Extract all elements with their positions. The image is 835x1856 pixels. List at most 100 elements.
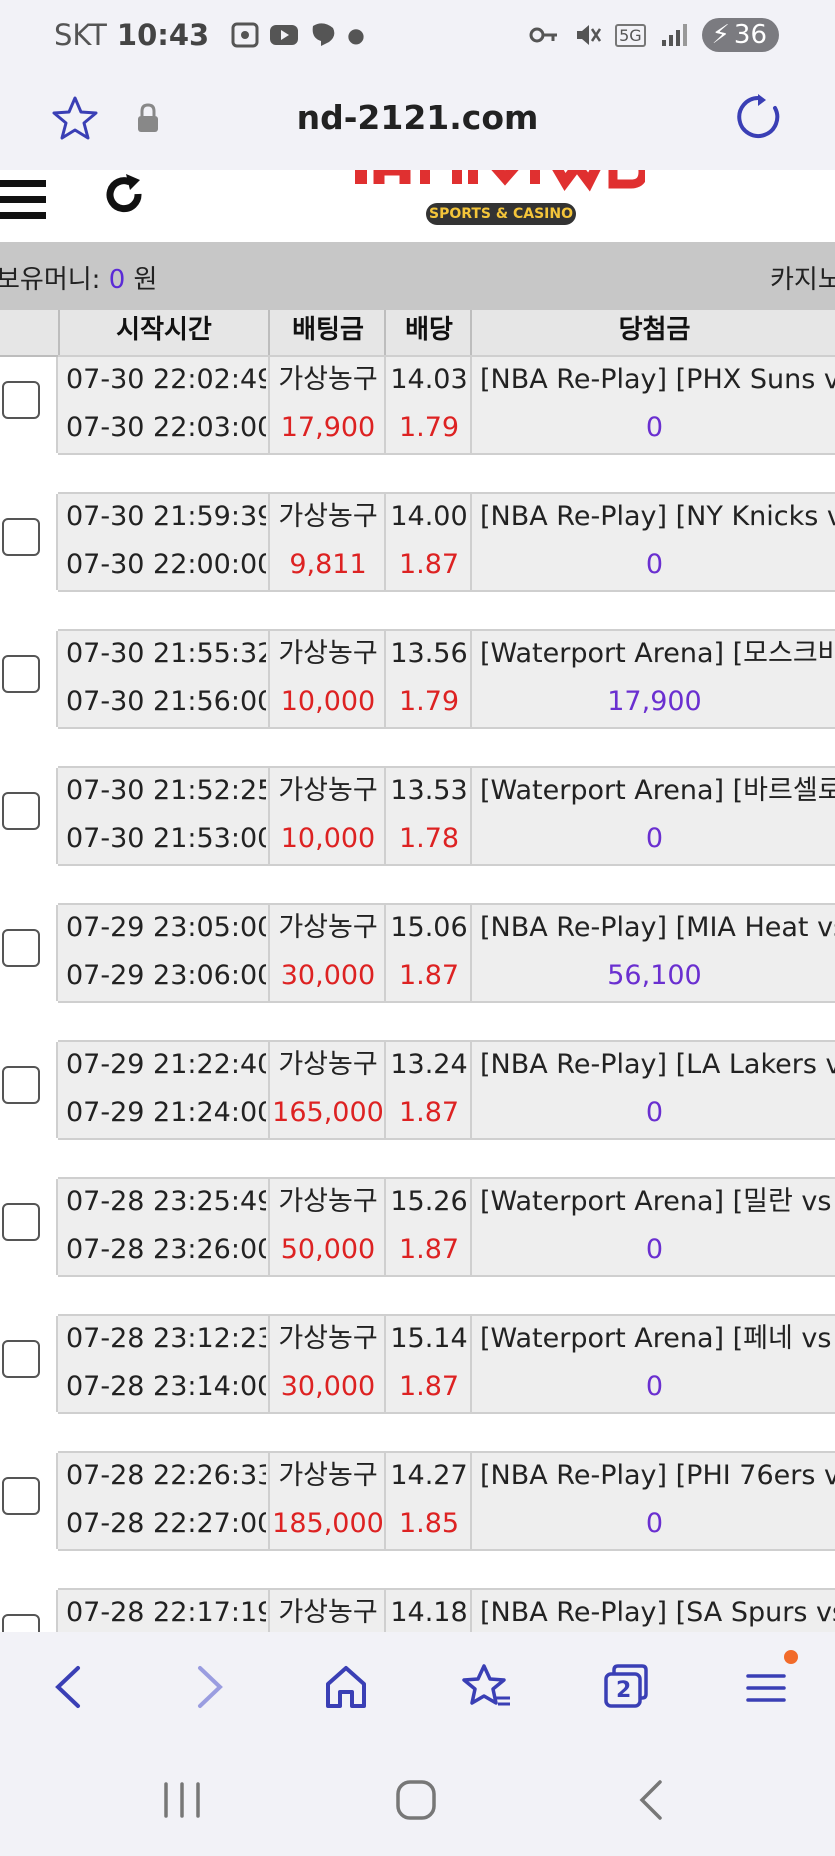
bet-row-start: 07-30 21:55:32 가상농구 13.56 [Waterport Arena]…	[56, 629, 835, 681]
logo-subtitle: SPORTS & CASINO	[426, 203, 576, 225]
money-display: 보유머니: 0 원	[0, 259, 157, 296]
bet-group: 07-30 21:59:39 가상농구 14.00 [NBA Re-Play] [NY…	[0, 492, 835, 592]
total-odds: 15.14	[384, 1316, 472, 1364]
start-time: 07-30 21:52:25	[66, 775, 266, 806]
logo-mark-icon	[355, 170, 645, 192]
start-time: 07-30 21:59:39	[66, 501, 266, 532]
winnings: 0	[470, 542, 835, 590]
game-type: 가상농구	[268, 1590, 386, 1632]
match-title[interactable]: [NBA Re-Play] [SA Spurs vs	[470, 1590, 835, 1632]
money-unit: 원	[125, 265, 158, 295]
end-time: 07-29 21:24:00	[66, 1097, 266, 1128]
header-start-time: 시작시간	[58, 310, 268, 355]
url-text[interactable]: nd-2121.com	[0, 98, 835, 137]
bet-history-table: 시작시간 배팅금 배당 당첨금 07-30 22:02:49 가상농구 14.03[…	[0, 310, 835, 1632]
start-time: 07-29 23:05:00	[66, 912, 266, 943]
start-time: 07-29 21:22:40	[66, 1049, 266, 1080]
tabs-button[interactable]: 2	[602, 1662, 650, 1712]
bet-group: 07-28 23:25:49 가상농구 15.26 [Waterport Arena]…	[0, 1177, 835, 1277]
match-title[interactable]: [NBA Re-Play] [MIA Heat vs	[470, 905, 835, 953]
bet-row-start: 07-28 22:26:33 가상농구 14.27 [NBA Re-Play] [PH…	[56, 1451, 835, 1503]
bet-row-start: 07-29 21:22:40 가상농구 13.24 [NBA Re-Play] [LA…	[56, 1040, 835, 1092]
match-title[interactable]: [Waterport Arena] [밀란 vs 파	[470, 1179, 835, 1227]
end-time: 07-30 22:00:00	[66, 549, 266, 580]
winnings: 0	[470, 1364, 835, 1412]
match-title[interactable]: [Waterport Arena] [바르셀로	[470, 768, 835, 816]
start-time: 07-30 21:55:32	[66, 638, 266, 669]
money-value: 0	[108, 265, 126, 295]
end-time: 07-29 23:06:00	[66, 960, 266, 991]
status-bar: SKT 10:43 ● 5G ⚡ 36	[0, 0, 835, 72]
home-nav-icon[interactable]	[394, 1778, 438, 1822]
bet-amount: 10,000	[268, 679, 386, 727]
end-time: 07-30 21:56:00	[66, 686, 266, 717]
tab-count: 2	[616, 1678, 632, 1703]
match-title[interactable]: [Waterport Arena] [페네 vs 바	[470, 1316, 835, 1364]
back-nav-icon[interactable]	[634, 1778, 668, 1822]
bet-checkbox[interactable]	[2, 1066, 40, 1104]
bet-checkbox[interactable]	[2, 1340, 40, 1378]
menu-icon[interactable]	[0, 180, 46, 220]
menu-button[interactable]	[744, 1650, 798, 1712]
winnings: 0	[470, 1090, 835, 1138]
bet-checkbox[interactable]	[2, 1477, 40, 1515]
total-odds: 14.03	[384, 357, 472, 405]
bet-checkbox[interactable]	[2, 1614, 40, 1632]
bet-row-result: 07-30 22:03:00 17,900 1.79 0	[56, 405, 835, 455]
bet-checkbox[interactable]	[2, 1203, 40, 1241]
end-time: 07-30 22:03:00	[66, 412, 266, 443]
odds-rate: 1.87	[384, 1090, 472, 1138]
total-odds: 13.24	[384, 1042, 472, 1090]
reload-icon[interactable]	[733, 92, 783, 142]
total-odds: 13.56	[384, 631, 472, 679]
bet-amount: 30,000	[268, 953, 386, 1001]
youtube-icon	[270, 25, 299, 45]
game-type: 가상농구	[268, 1042, 386, 1090]
bet-row-result: 07-29 23:06:00 30,000 1.87 56,100	[56, 953, 835, 1003]
table-header: 시작시간 배팅금 배당 당첨금	[0, 310, 835, 357]
home-icon[interactable]	[322, 1662, 370, 1712]
forward-icon[interactable]	[190, 1662, 230, 1712]
bet-amount: 30,000	[268, 1364, 386, 1412]
winnings: 0	[470, 816, 835, 864]
back-icon[interactable]	[48, 1662, 88, 1712]
total-odds: 15.06	[384, 905, 472, 953]
bet-checkbox[interactable]	[2, 929, 40, 967]
match-title[interactable]: [NBA Re-Play] [PHI 76ers vs	[470, 1453, 835, 1501]
bet-group: 07-29 23:05:00 가상농구 15.06 [NBA Re-Play] [MI…	[0, 903, 835, 1003]
bet-row-start: 07-30 21:59:39 가상농구 14.00 [NBA Re-Play] [NY…	[56, 492, 835, 544]
match-title[interactable]: [NBA Re-Play] [LA Lakers v	[470, 1042, 835, 1090]
bet-amount: 9,811	[268, 542, 386, 590]
bet-checkbox[interactable]	[2, 518, 40, 556]
winnings: 17,900	[470, 679, 835, 727]
bet-amount: 165,000	[268, 1090, 386, 1138]
header-winnings: 당첨금	[470, 310, 835, 355]
match-title[interactable]: [Waterport Arena] [모스크바	[470, 631, 835, 679]
recent-apps-icon[interactable]	[160, 1780, 204, 1820]
bet-row-result: 07-29 21:24:00 165,000 1.87 0	[56, 1090, 835, 1140]
header-odds: 배당	[384, 310, 472, 355]
bet-row-start: 07-28 23:12:23 가상농구 15.14 [Waterport Arena]…	[56, 1314, 835, 1366]
game-type: 가상농구	[268, 905, 386, 953]
game-type: 가상농구	[268, 494, 386, 542]
bet-checkbox[interactable]	[2, 792, 40, 830]
bet-group: 07-30 21:52:25 가상농구 13.53 [Waterport Arena]…	[0, 766, 835, 866]
total-odds: 14.18	[384, 1590, 472, 1632]
battery-indicator: ⚡ 36	[701, 18, 779, 52]
bet-group: 07-28 22:26:33 가상농구 14.27 [NBA Re-Play] [PH…	[0, 1451, 835, 1551]
end-time: 07-28 22:27:00	[66, 1508, 266, 1539]
more-menu-icon	[746, 1674, 786, 1702]
bookmarks-icon[interactable]	[462, 1662, 512, 1712]
bet-checkbox[interactable]	[2, 655, 40, 693]
match-title[interactable]: [NBA Re-Play] [NY Knicks v	[470, 494, 835, 542]
bet-row-result: 07-30 21:53:00 10,000 1.78 0	[56, 816, 835, 866]
signal-icon	[661, 24, 687, 46]
header-bet-amount: 배팅금	[268, 310, 386, 355]
match-title[interactable]: [NBA Re-Play] [PHX Suns vs	[470, 357, 835, 405]
site-logo[interactable]	[355, 170, 645, 202]
network-type-icon: 5G	[615, 23, 646, 47]
total-odds: 14.00	[384, 494, 472, 542]
bet-checkbox[interactable]	[2, 381, 40, 419]
site-refresh-icon[interactable]	[100, 172, 148, 220]
odds-rate: 1.85	[384, 1501, 472, 1549]
